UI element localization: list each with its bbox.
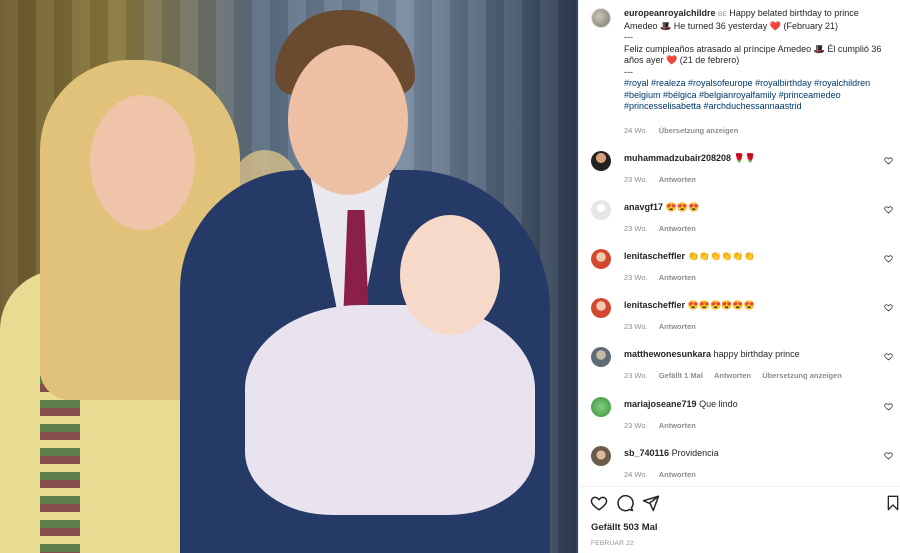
comment-text: mariajoseane719 Que lindo — [624, 399, 889, 411]
reply-link[interactable]: Antworten — [659, 175, 696, 184]
commenter-username[interactable]: matthewonesunkara — [624, 349, 711, 359]
commenter-username[interactable]: anavgf17 — [624, 202, 663, 212]
comment-body: 😍😍😍😍😍😍 — [687, 300, 755, 310]
commenter-username[interactable]: muhammadzubair208208 — [624, 153, 731, 163]
caption-meta: 24 Wo. Übersetzung anzeigen — [624, 126, 747, 135]
photo-woman-face — [90, 95, 195, 230]
comment-meta: 23 Wo. Antworten — [624, 273, 705, 282]
comment-meta: 23 Wo. Antworten — [624, 322, 705, 331]
commenter-username[interactable]: sb_740116 — [624, 448, 669, 458]
comment-item: matthewonesunkara happy birthday prince … — [591, 347, 893, 387]
caption-separator-1: --- — [624, 32, 633, 42]
commenter-avatar[interactable] — [591, 446, 611, 466]
bookmark-icon[interactable] — [885, 494, 900, 512]
comment-like-heart-icon[interactable] — [884, 254, 893, 263]
comment-like-heart-icon[interactable] — [884, 156, 893, 165]
comment-body: happy birthday prince — [713, 349, 800, 359]
post-actions-bar — [579, 492, 900, 516]
comment-meta: 23 Wo. Gefällt 1 Mal Antworten Übersetzu… — [624, 371, 851, 380]
post-date[interactable]: FEBRUAR 22 — [591, 540, 634, 547]
comment-body: Providencia — [671, 448, 719, 458]
author-avatar[interactable] — [591, 8, 611, 28]
photo-baby-face — [400, 215, 500, 335]
comment-text: lenitascheffler 👏👏👏👏👏👏 — [624, 251, 889, 263]
photo-man-face — [288, 45, 408, 195]
comment-text: matthewonesunkara happy birthday prince — [624, 349, 889, 361]
comment-item: muhammadzubair208208 🌹🌹 23 Wo. Antworten — [591, 151, 893, 191]
caption-translate-link[interactable]: Übersetzung anzeigen — [659, 126, 739, 135]
commenter-username[interactable]: lenitascheffler — [624, 251, 685, 261]
caption-line-2: Feliz cumpleaños atrasado al príncipe Am… — [624, 43, 882, 66]
comment-time[interactable]: 23 Wo. — [624, 273, 648, 282]
reply-link[interactable]: Antworten — [714, 371, 751, 380]
commenter-username[interactable]: lenitascheffler — [624, 300, 685, 310]
comment-icon[interactable] — [616, 494, 634, 512]
commenter-avatar[interactable] — [591, 347, 611, 367]
actions-divider — [579, 486, 900, 487]
heart-icon[interactable] — [590, 494, 608, 512]
comment-like-heart-icon[interactable] — [884, 352, 893, 361]
comment-time[interactable]: 23 Wo. — [624, 371, 648, 380]
comment-meta: 23 Wo. Antworten — [624, 175, 705, 184]
comment-like-heart-icon[interactable] — [884, 451, 893, 460]
comment-like-heart-icon[interactable] — [884, 402, 893, 411]
comment-meta: 23 Wo. Antworten — [624, 421, 705, 430]
comment-time[interactable]: 23 Wo. — [624, 421, 648, 430]
reply-link[interactable]: Antworten — [659, 224, 696, 233]
comment-item: lenitascheffler 👏👏👏👏👏👏 23 Wo. Antworten — [591, 249, 893, 289]
comment-like-heart-icon[interactable] — [884, 303, 893, 312]
comment-item: anavgf17 😍😍😍 23 Wo. Antworten — [591, 200, 893, 240]
commenter-avatar[interactable] — [591, 397, 611, 417]
author-tag: BE — [718, 11, 727, 18]
comment-body: 😍😍😍 — [665, 202, 700, 212]
caption-separator-2: --- — [624, 66, 633, 77]
comment-text: lenitascheffler 😍😍😍😍😍😍 — [624, 300, 889, 312]
comment-item: sb_740116 Providencia 24 Wo. Antworten — [591, 446, 893, 486]
caption-text: europeanroyalchildre BE Happy belated bi… — [624, 8, 889, 113]
comment-item: mariajoseane719 Que lindo 23 Wo. Antwort… — [591, 397, 893, 437]
comment-text: muhammadzubair208208 🌹🌹 — [624, 153, 889, 165]
commenter-username[interactable]: mariajoseane719 — [624, 399, 697, 409]
comment-body: 👏👏👏👏👏👏 — [687, 251, 755, 261]
caption-hashtags[interactable]: #royal #realeza #royalsofeurope #royalbi… — [624, 78, 870, 111]
post-side-panel: europeanroyalchildre BE Happy belated bi… — [578, 0, 900, 553]
commenter-avatar[interactable] — [591, 298, 611, 318]
likes-count[interactable]: Gefällt 503 Mal — [591, 522, 658, 533]
commenter-avatar[interactable] — [591, 151, 611, 171]
comment-body: Que lindo — [699, 399, 738, 409]
author-username[interactable]: europeanroyalchildre — [624, 8, 716, 18]
reply-link[interactable]: Antworten — [659, 470, 696, 479]
comment-like-heart-icon[interactable] — [884, 205, 893, 214]
comment-text: anavgf17 😍😍😍 — [624, 202, 889, 214]
comment-item: lenitascheffler 😍😍😍😍😍😍 23 Wo. Antworten — [591, 298, 893, 338]
reply-link[interactable]: Antworten — [659, 273, 696, 282]
post-photo[interactable] — [0, 0, 578, 553]
comment-time[interactable]: 23 Wo. — [624, 175, 648, 184]
caption-time[interactable]: 24 Wo. — [624, 126, 648, 135]
commenter-avatar[interactable] — [591, 200, 611, 220]
comments-scroll-area[interactable]: europeanroyalchildre BE Happy belated bi… — [579, 0, 900, 486]
comment-translate-link[interactable]: Übersetzung anzeigen — [762, 371, 842, 380]
comment-text: sb_740116 Providencia — [624, 448, 889, 460]
commenter-avatar[interactable] — [591, 249, 611, 269]
reply-link[interactable]: Antworten — [659, 322, 696, 331]
reply-link[interactable]: Antworten — [659, 421, 696, 430]
comment-time[interactable]: 23 Wo. — [624, 322, 648, 331]
comment-time[interactable]: 24 Wo. — [624, 470, 648, 479]
post-caption: europeanroyalchildre BE Happy belated bi… — [591, 8, 891, 138]
comment-meta: 23 Wo. Antworten — [624, 224, 705, 233]
comment-time[interactable]: 23 Wo. — [624, 224, 648, 233]
comment-meta: 24 Wo. Antworten — [624, 470, 705, 479]
send-icon[interactable] — [642, 494, 660, 512]
comment-likes-count[interactable]: Gefällt 1 Mal — [659, 371, 703, 380]
photo-baby-dress — [245, 305, 535, 515]
comment-body: 🌹🌹 — [733, 153, 756, 163]
